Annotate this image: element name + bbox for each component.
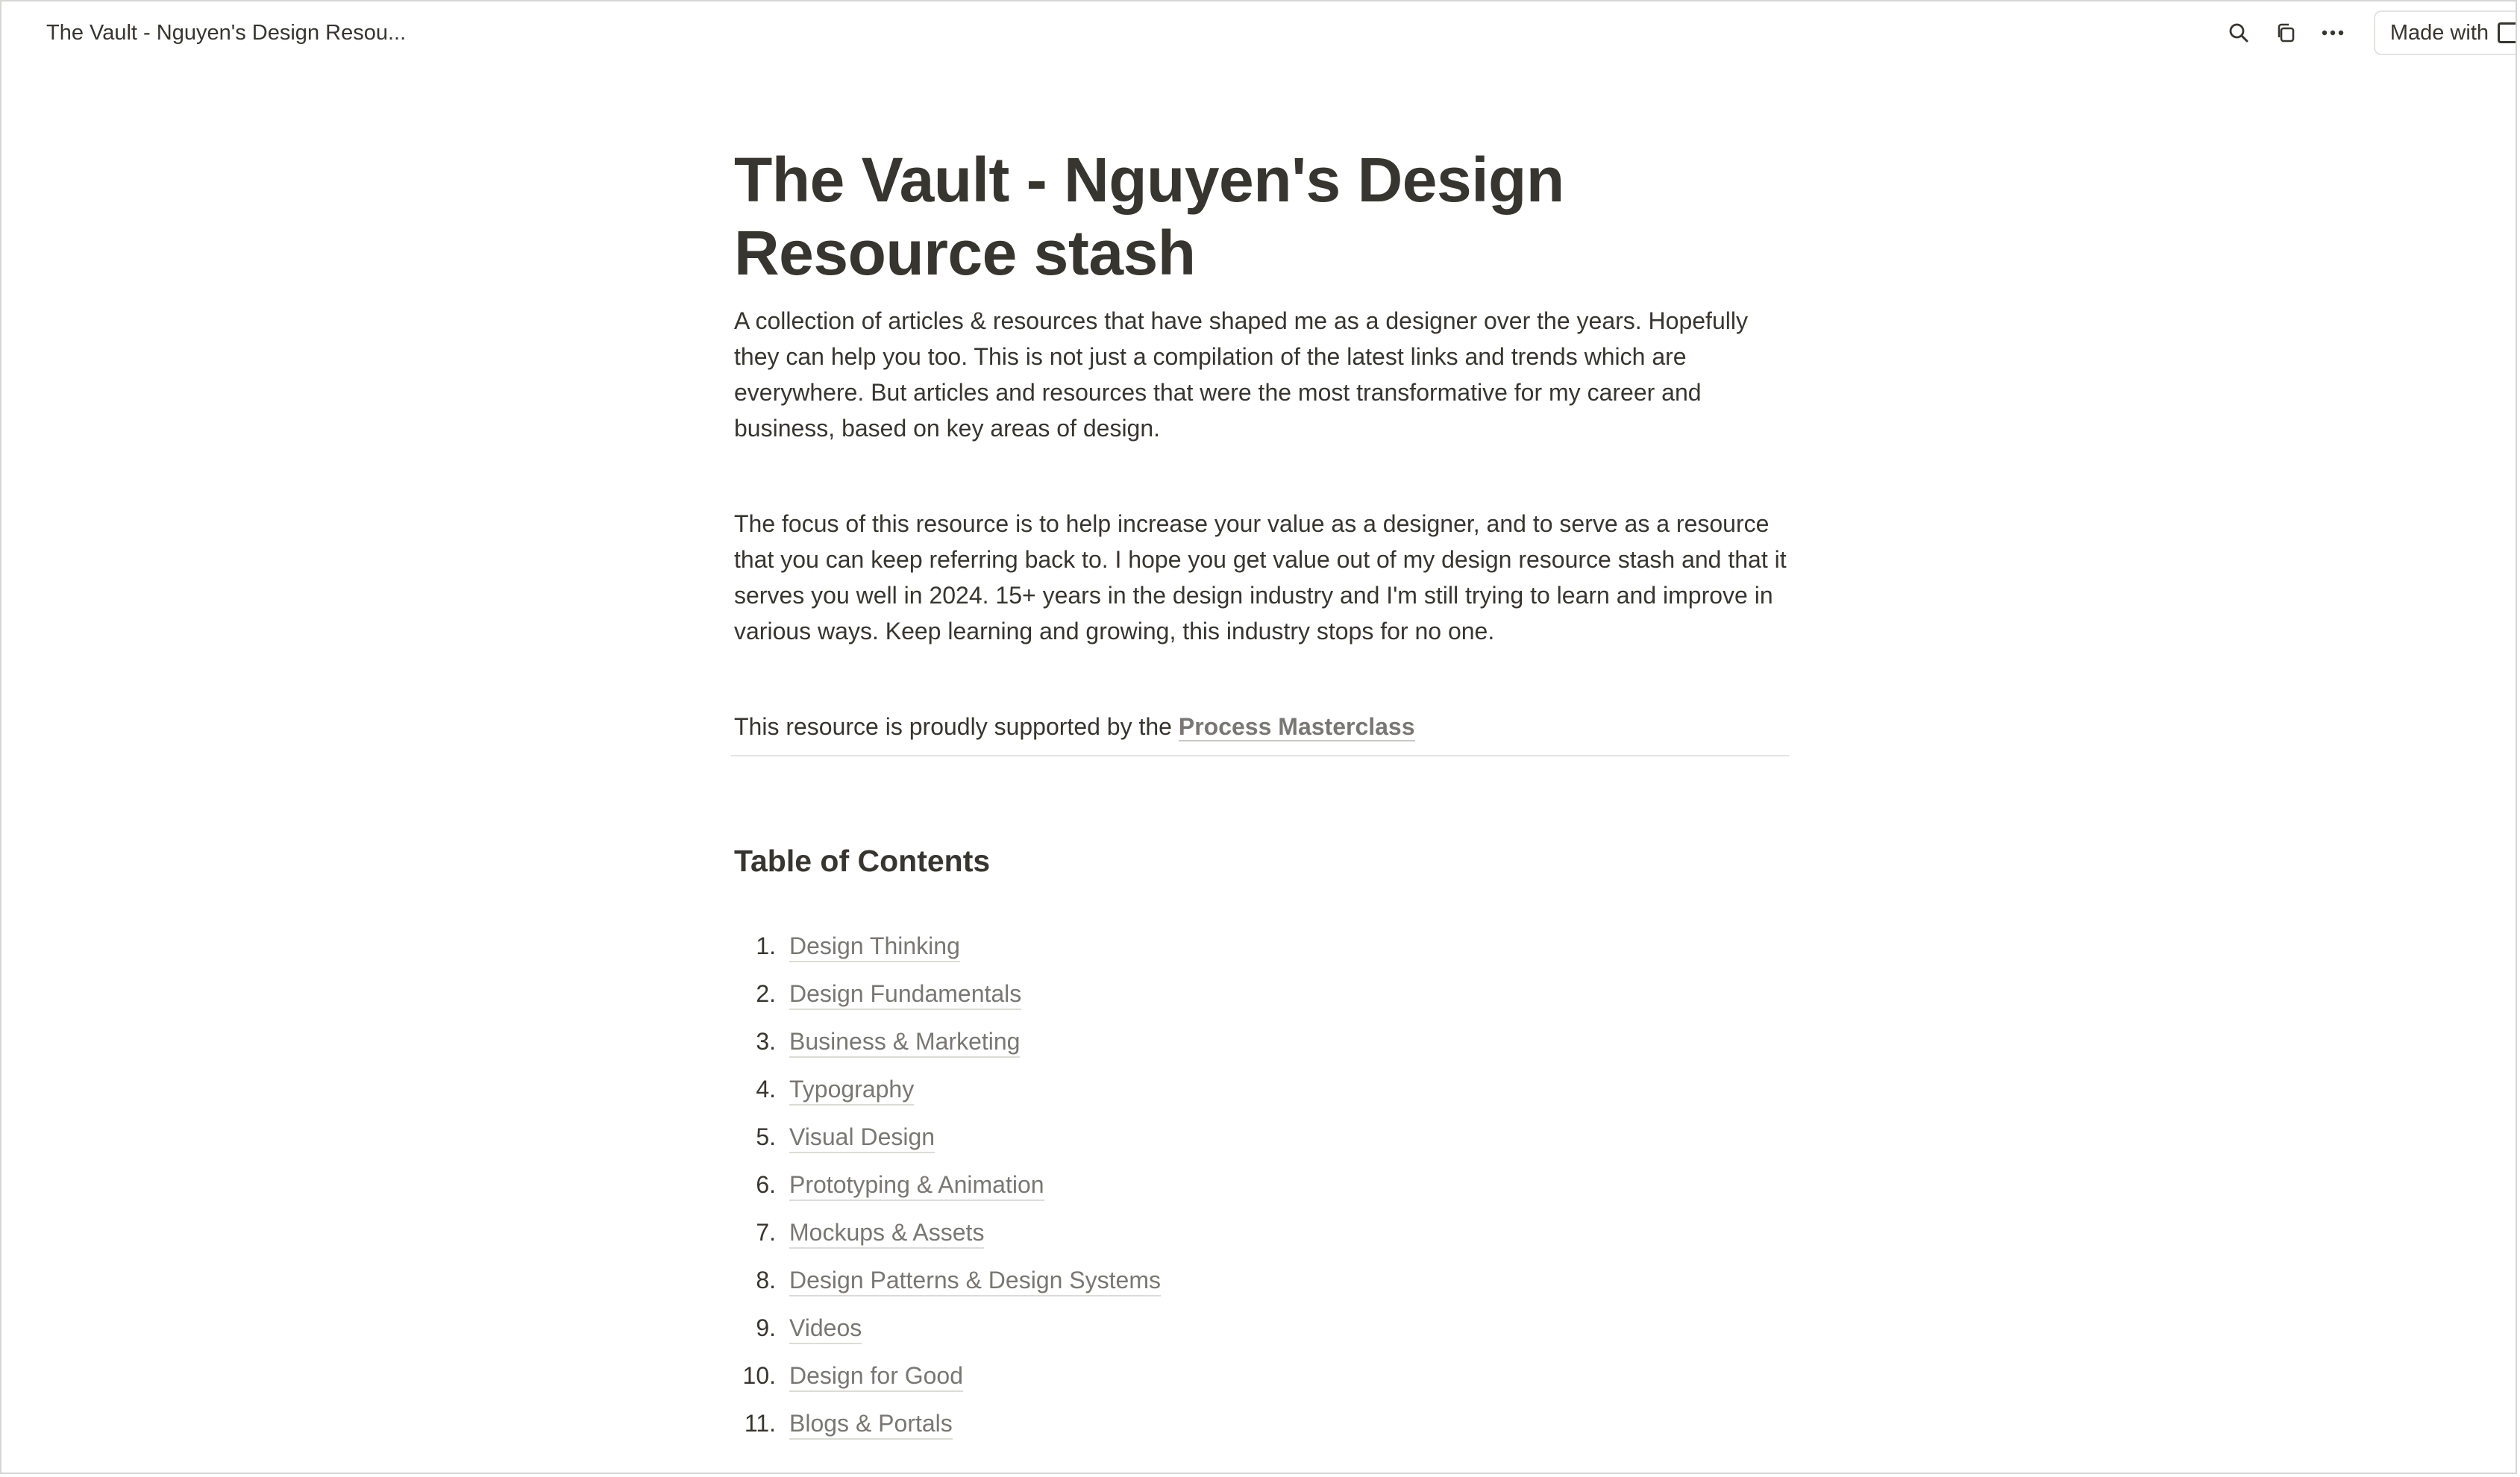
toc-number: 6. bbox=[756, 1171, 776, 1198]
toc-item: 9. Videos bbox=[734, 1310, 1789, 1358]
toc-number: 3. bbox=[756, 1028, 776, 1055]
toc-link-blogs-portals[interactable]: Blogs & Portals bbox=[789, 1408, 953, 1440]
toc-link-design-patterns-systems[interactable]: Design Patterns & Design Systems bbox=[789, 1265, 1161, 1296]
toc-number: 4. bbox=[756, 1076, 776, 1103]
search-icon bbox=[2229, 23, 2248, 43]
toc-number: 5. bbox=[756, 1123, 776, 1150]
toc-number: 2. bbox=[756, 980, 776, 1007]
more-icon bbox=[2322, 30, 2344, 36]
toc-item: 5. Visual Design bbox=[734, 1119, 1789, 1167]
toc-number: 9. bbox=[756, 1314, 776, 1341]
toc-link-design-thinking[interactable]: Design Thinking bbox=[789, 931, 960, 962]
notion-logo-icon bbox=[2498, 22, 2516, 43]
page-title: The Vault - Nguyen's Design Resource sta… bbox=[734, 145, 1564, 288]
page-content: The Vault - Nguyen's Design Resource sta… bbox=[731, 143, 1789, 1453]
toc-link-mockups-assets[interactable]: Mockups & Assets bbox=[789, 1217, 985, 1249]
more-options-button[interactable] bbox=[2310, 10, 2355, 55]
toc-item: 8. Design Patterns & Design Systems bbox=[734, 1262, 1789, 1310]
toc-number: 1. bbox=[756, 932, 776, 959]
support-paragraph: This resource is proudly supported by th… bbox=[734, 709, 1789, 744]
toc-list: 1. Design Thinking 2. Design Fundamentals … bbox=[734, 928, 1789, 1453]
toc-link-typography[interactable]: Typography bbox=[789, 1074, 915, 1106]
made-with-label: Made with bbox=[2389, 20, 2489, 45]
focus-paragraph: The focus of this resource is to help in… bbox=[734, 510, 1787, 645]
notion-page-window: The Vault - Nguyen's Design Resou... Mad… bbox=[0, 0, 2517, 1474]
search-button[interactable] bbox=[2216, 10, 2261, 55]
toc-link-design-for-good[interactable]: Design for Good bbox=[789, 1361, 964, 1392]
top-bar: The Vault - Nguyen's Design Resou... Mad… bbox=[1, 1, 2516, 64]
toc-item: 6. Prototyping & Animation bbox=[734, 1167, 1789, 1214]
toc-item: 11. Blogs & Portals bbox=[734, 1405, 1789, 1453]
toc-item: 7. Mockups & Assets bbox=[734, 1214, 1789, 1262]
toc-number: 7. bbox=[756, 1219, 776, 1246]
toc-link-visual-design[interactable]: Visual Design bbox=[789, 1122, 935, 1153]
duplicate-icon bbox=[2278, 23, 2295, 43]
process-masterclass-link[interactable]: Process Masterclass bbox=[1178, 713, 1415, 741]
toc-item: 4. Typography bbox=[734, 1071, 1789, 1119]
toc-item: 3. Business & Marketing bbox=[734, 1023, 1789, 1071]
toc-link-videos[interactable]: Videos bbox=[789, 1313, 862, 1344]
window-title[interactable]: The Vault - Nguyen's Design Resou... bbox=[46, 16, 406, 49]
toc-link-design-fundamentals[interactable]: Design Fundamentals bbox=[789, 979, 1022, 1010]
made-with-notion-button[interactable]: Made with bbox=[2373, 10, 2516, 55]
toc-number: 8. bbox=[756, 1267, 776, 1293]
divider bbox=[731, 755, 1789, 756]
toc-link-prototyping-animation[interactable]: Prototyping & Animation bbox=[789, 1170, 1044, 1201]
duplicate-button[interactable] bbox=[2263, 10, 2308, 55]
toc-link-business-marketing[interactable]: Business & Marketing bbox=[789, 1026, 1021, 1058]
toc-number: 11. bbox=[744, 1410, 776, 1437]
toc-item: 10. Design for Good bbox=[734, 1358, 1789, 1405]
support-prefix: This resource is proudly supported by th… bbox=[734, 713, 1179, 740]
toc-heading: Table of Contents bbox=[734, 844, 991, 878]
toc-item: 2. Design Fundamentals bbox=[734, 976, 1789, 1023]
toc-number: 10. bbox=[742, 1362, 776, 1389]
intro-paragraph: A collection of articles & resources tha… bbox=[734, 307, 1748, 442]
top-actions: Made with bbox=[2216, 7, 2516, 58]
toc-item: 1. Design Thinking bbox=[734, 928, 1789, 976]
